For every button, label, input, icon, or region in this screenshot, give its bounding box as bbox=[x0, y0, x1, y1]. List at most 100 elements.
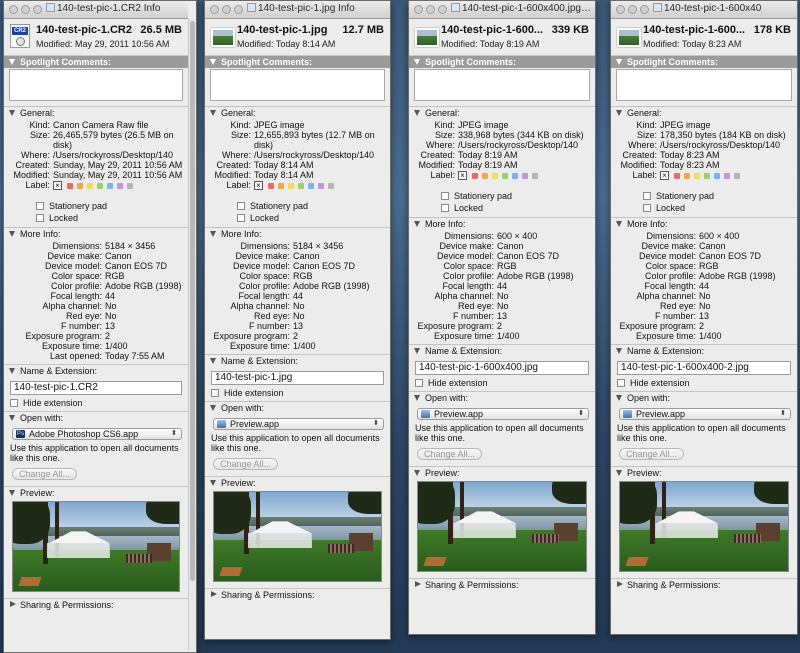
hide-extension-checkbox[interactable] bbox=[211, 389, 219, 397]
label-color-swatch[interactable] bbox=[107, 182, 113, 189]
name-field[interactable]: 140-test-pic-1-600x400-2.jpg bbox=[617, 361, 791, 375]
open-with-popup[interactable]: Preview.app ⬍ bbox=[417, 408, 589, 420]
no-label-x-icon[interactable]: × bbox=[254, 181, 263, 190]
open-with-disclosure[interactable]: Open with: bbox=[205, 402, 390, 414]
close-button[interactable] bbox=[9, 5, 18, 14]
label-color-swatch[interactable] bbox=[117, 182, 123, 189]
change-all-button[interactable]: Change All... bbox=[417, 448, 483, 460]
preview-disclosure[interactable]: Preview: bbox=[611, 467, 797, 479]
locked-checkbox[interactable] bbox=[36, 214, 44, 222]
spotlight-disclosure[interactable]: Spotlight Comments: bbox=[205, 56, 390, 68]
label-color-swatch[interactable] bbox=[704, 172, 710, 179]
label-color-swatch[interactable] bbox=[512, 172, 518, 179]
sharing-disclosure[interactable]: Sharing & Permissions: bbox=[611, 579, 797, 591]
minimize-button[interactable] bbox=[628, 5, 637, 14]
sharing-disclosure[interactable]: Sharing & Permissions: bbox=[409, 579, 595, 591]
name-extension-disclosure[interactable]: Name & Extension: bbox=[205, 355, 390, 367]
spotlight-comments-field[interactable] bbox=[210, 69, 385, 101]
more-info-disclosure[interactable]: More Info: bbox=[205, 228, 390, 240]
close-button[interactable] bbox=[414, 5, 423, 14]
spotlight-comments-field[interactable] bbox=[616, 69, 792, 101]
more-info-disclosure[interactable]: More Info: bbox=[409, 218, 595, 230]
scrollbar[interactable] bbox=[188, 19, 196, 650]
locked-checkbox[interactable] bbox=[441, 204, 449, 212]
open-with-popup[interactable]: Preview.app ⬍ bbox=[213, 418, 384, 430]
preview-disclosure[interactable]: Preview: bbox=[4, 487, 188, 499]
label-color-swatch[interactable] bbox=[532, 172, 538, 179]
label-color-swatch[interactable] bbox=[694, 172, 700, 179]
change-all-button[interactable]: Change All... bbox=[213, 458, 279, 470]
label-color-swatch[interactable] bbox=[298, 182, 304, 189]
label-color-swatch[interactable] bbox=[278, 182, 284, 189]
name-extension-disclosure[interactable]: Name & Extension: bbox=[409, 345, 595, 357]
hide-extension-checkbox[interactable] bbox=[10, 399, 18, 407]
label-color-swatch[interactable] bbox=[674, 172, 680, 179]
hide-extension-checkbox[interactable] bbox=[617, 379, 625, 387]
label-color-swatch[interactable] bbox=[318, 182, 324, 189]
general-disclosure[interactable]: General: bbox=[205, 107, 390, 119]
sharing-disclosure[interactable]: Sharing & Permissions: bbox=[4, 599, 188, 611]
no-label-x-icon[interactable]: × bbox=[660, 171, 669, 180]
sharing-disclosure[interactable]: Sharing & Permissions: bbox=[205, 589, 390, 601]
label-color-swatch[interactable] bbox=[472, 172, 478, 179]
label-color-swatch[interactable] bbox=[522, 172, 528, 179]
preview-disclosure[interactable]: Preview: bbox=[205, 477, 390, 489]
label-color-swatch[interactable] bbox=[67, 182, 73, 189]
stationery-pad-checkbox[interactable] bbox=[643, 192, 651, 200]
scrollbar-thumb[interactable] bbox=[190, 21, 195, 581]
hide-extension-checkbox[interactable] bbox=[415, 379, 423, 387]
change-all-button[interactable]: Change All... bbox=[12, 468, 78, 480]
minimize-button[interactable] bbox=[426, 5, 435, 14]
more-info-disclosure[interactable]: More Info: bbox=[611, 218, 797, 230]
label-color-swatch[interactable] bbox=[97, 182, 103, 189]
zoom-button[interactable] bbox=[33, 5, 42, 14]
no-label-x-icon[interactable]: × bbox=[458, 171, 467, 180]
label-color-swatch[interactable] bbox=[724, 172, 730, 179]
spotlight-disclosure[interactable]: Spotlight Comments: bbox=[611, 56, 797, 68]
open-with-disclosure[interactable]: Open with: bbox=[409, 392, 595, 404]
general-disclosure[interactable]: General: bbox=[611, 107, 797, 119]
open-with-popup[interactable]: Preview.app ⬍ bbox=[619, 408, 791, 420]
label-color-swatch[interactable] bbox=[492, 172, 498, 179]
label-color-swatch[interactable] bbox=[482, 172, 488, 179]
minimize-button[interactable] bbox=[222, 5, 231, 14]
name-field[interactable]: 140-test-pic-1.jpg bbox=[211, 371, 384, 385]
open-with-disclosure[interactable]: Open with: bbox=[4, 412, 188, 424]
locked-checkbox[interactable] bbox=[643, 204, 651, 212]
general-disclosure[interactable]: General: bbox=[409, 107, 595, 119]
zoom-button[interactable] bbox=[438, 5, 447, 14]
close-button[interactable] bbox=[210, 5, 219, 14]
open-with-disclosure[interactable]: Open with: bbox=[611, 392, 797, 404]
zoom-button[interactable] bbox=[234, 5, 243, 14]
title-bar[interactable]: 140-test-pic-1.jpg Info bbox=[205, 1, 390, 19]
spotlight-disclosure[interactable]: Spotlight Comments: bbox=[409, 56, 595, 68]
name-field[interactable]: 140-test-pic-1.CR2 bbox=[10, 381, 182, 395]
change-all-button[interactable]: Change All... bbox=[619, 448, 685, 460]
label-color-swatch[interactable] bbox=[684, 172, 690, 179]
spotlight-comments-field[interactable] bbox=[9, 69, 183, 101]
locked-checkbox[interactable] bbox=[237, 214, 245, 222]
spotlight-disclosure[interactable]: Spotlight Comments: bbox=[4, 56, 188, 68]
label-color-swatch[interactable] bbox=[127, 182, 133, 189]
open-with-popup[interactable]: Ps Adobe Photoshop CS6.app ⬍ bbox=[12, 428, 182, 440]
label-color-swatch[interactable] bbox=[268, 182, 274, 189]
title-bar[interactable]: 140-test-pic-1-600x40 bbox=[611, 1, 797, 19]
stationery-pad-checkbox[interactable] bbox=[441, 192, 449, 200]
label-color-swatch[interactable] bbox=[87, 182, 93, 189]
title-bar[interactable]: 140-test-pic-1-600x400.jpg Info bbox=[409, 1, 595, 19]
spotlight-comments-field[interactable] bbox=[414, 69, 590, 101]
more-info-disclosure[interactable]: More Info: bbox=[4, 228, 188, 240]
label-color-swatch[interactable] bbox=[308, 182, 314, 189]
name-extension-disclosure[interactable]: Name & Extension: bbox=[4, 365, 188, 377]
stationery-pad-checkbox[interactable] bbox=[36, 202, 44, 210]
label-color-swatch[interactable] bbox=[288, 182, 294, 189]
preview-disclosure[interactable]: Preview: bbox=[409, 467, 595, 479]
zoom-button[interactable] bbox=[640, 5, 649, 14]
no-label-x-icon[interactable]: × bbox=[53, 181, 62, 190]
label-color-swatch[interactable] bbox=[328, 182, 334, 189]
general-disclosure[interactable]: General: bbox=[4, 107, 188, 119]
label-color-swatch[interactable] bbox=[77, 182, 83, 189]
name-extension-disclosure[interactable]: Name & Extension: bbox=[611, 345, 797, 357]
stationery-pad-checkbox[interactable] bbox=[237, 202, 245, 210]
close-button[interactable] bbox=[616, 5, 625, 14]
